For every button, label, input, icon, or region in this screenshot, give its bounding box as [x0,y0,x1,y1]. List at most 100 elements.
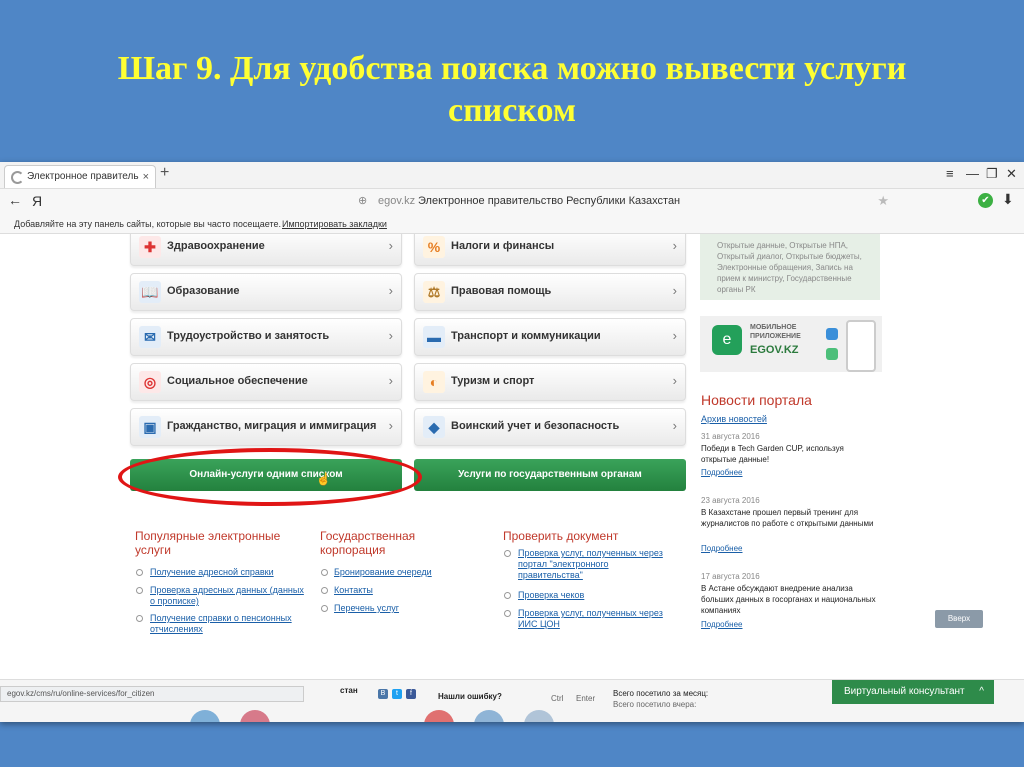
import-bookmarks-link[interactable]: Импортировать закладки [282,215,387,233]
popular-link-address[interactable]: Получение адресной справки [150,567,310,578]
category-tourism[interactable]: ◐ Туризм и спорт › [414,363,686,401]
highlight-oval [118,448,422,506]
bullet-icon [504,610,511,617]
category-health[interactable]: ✚ Здравоохранение › [130,234,402,266]
partner-logo-icon[interactable] [474,710,504,722]
maximize-icon[interactable]: ❐ [986,166,998,182]
corp-heading: Государственная корпорация [320,529,416,557]
employment-icon: ✉ [139,326,161,348]
percent-icon: % [423,236,445,258]
open-data-box[interactable]: Открытые данные, Открытые НПА, Открытый … [700,234,880,300]
mobile-app-label: МОБИЛЬНОЕ ПРИЛОЖЕНИЕ [750,324,801,340]
minimize-icon[interactable]: — [966,166,979,181]
address-host: egov.kz [378,195,416,207]
news-date: 23 августа 2016 [701,496,760,505]
news-text[interactable]: Победи в Tech Garden CUP, используя откр… [701,443,881,465]
mobile-app-name: EGOV.KZ [750,344,799,356]
open-data-text: Открытые данные, Открытые НПА, Открытый … [717,241,862,294]
category-education[interactable]: 📖 Образование › [130,273,402,311]
category-employment[interactable]: ✉ Трудоустройство и занятость › [130,318,402,356]
phone-image [846,320,876,372]
protect-check-icon[interactable]: ✔ [978,193,993,208]
slide-title-line1: Шаг 9. Для удобства поиска можно вывести… [117,50,907,87]
ctrl-key: Ctrl [551,694,564,703]
address-bar[interactable]: ⊕ egov.kz Электронное правительство Респ… [350,192,895,212]
check-link-portal[interactable]: Проверка услуг, полученных через портал … [518,548,668,581]
chevron-right-icon: › [672,328,677,343]
check-link-receipts[interactable]: Проверка чеков [518,590,584,601]
corp-link-contacts[interactable]: Контакты [334,585,373,596]
egov-logo-icon: e [712,325,742,355]
category-taxes[interactable]: % Налоги и финансы › [414,234,686,266]
scroll-up-button[interactable]: Вверх [935,610,983,628]
bookmark-star-icon[interactable]: ★ [877,193,889,209]
news-more-link[interactable]: Подробнее [701,468,743,477]
services-by-agency-button[interactable]: Услуги по государственным органам [414,459,686,491]
browser-menu-icon[interactable]: ≡ [946,166,954,181]
check-document-heading: Проверить документ [503,529,619,543]
popular-link-pension[interactable]: Получение справки о пенсионных отчислени… [150,613,310,635]
category-label: Воинский учет и безопасность [451,420,620,432]
goggles-icon: ◐ [423,371,445,393]
news-heading: Новости портала [701,392,812,408]
corp-link-services[interactable]: Перечень услуг [334,603,399,614]
bullet-icon [136,587,143,594]
bookmarks-hint: Добавляйте на эту панель сайты, которые … [14,219,281,229]
news-archive-link[interactable]: Архив новостей [701,414,767,424]
twitter-icon[interactable]: t [392,689,402,699]
bullet-icon [321,569,328,576]
category-legal[interactable]: ⚖ Правовая помощь › [414,273,686,311]
category-citizenship[interactable]: ▣ Гражданство, миграция и иммиграция › [130,408,402,446]
category-transport[interactable]: ▬ Транспорт и коммуникации › [414,318,686,356]
category-label: Правовая помощь [451,285,552,297]
globe-icon: ⊕ [358,195,368,207]
close-icon[interactable]: ✕ [1006,166,1017,182]
category-military[interactable]: ◆ Воинский учет и безопасность › [414,408,686,446]
category-label: Туризм и спорт [451,375,535,387]
browser-tab[interactable]: Электронное правитель × [4,165,156,188]
news-text[interactable]: В Астане обсуждают внедрение анализа бол… [701,583,881,616]
chevron-right-icon: › [672,238,677,253]
news-more-link[interactable]: Подробнее [701,544,743,553]
bullet-icon [136,569,143,576]
virtual-consultant-button[interactable]: Виртуальный консультант ^ [832,680,994,704]
page-viewport: ✚ Здравоохранение › 📖 Образование › ✉ Тр… [0,234,1024,722]
page-footer: egov.kz/cms/ru/online-services/for_citiz… [0,679,1024,722]
visits-month-label: Всего посетило за месяц: [613,689,709,698]
download-arrow-icon[interactable]: ⬇ [1002,191,1014,208]
news-more-link[interactable]: Подробнее [701,620,743,629]
facebook-icon[interactable]: f [406,689,416,699]
bullet-icon [504,592,511,599]
bullet-icon [136,615,143,622]
category-label: Социальное обеспечение [167,375,308,387]
app-store-icon[interactable] [826,328,838,340]
slide-title: Шаг 9. Для удобства поиска можно вывести… [0,48,1024,132]
partner-logo-icon[interactable] [190,710,220,722]
loading-icon [11,171,24,184]
mobile-app-banner[interactable]: e МОБИЛЬНОЕ ПРИЛОЖЕНИЕ EGOV.KZ [700,316,882,372]
chevron-right-icon: › [388,418,393,433]
yandex-icon[interactable]: Я [32,193,42,209]
category-label: Налоги и финансы [451,240,555,252]
lifebuoy-icon: ◎ [139,371,161,393]
chevron-right-icon: › [672,418,677,433]
back-arrow-icon[interactable]: ← [8,192,22,208]
category-social[interactable]: ◎ Социальное обеспечение › [130,363,402,401]
check-link-con[interactable]: Проверка услуг, полученных через ИИС ЦОН [518,608,668,630]
new-tab-button[interactable]: + [160,164,169,182]
category-label: Здравоохранение [167,240,265,252]
chevron-right-icon: › [388,238,393,253]
google-play-icon[interactable] [826,348,838,360]
popular-link-registration[interactable]: Проверка адресных данных (данных о пропи… [150,585,310,607]
corp-link-queue[interactable]: Бронирование очереди [334,567,432,578]
bullet-icon [321,587,328,594]
partner-logo-icon[interactable] [424,710,454,722]
partner-logo-icon[interactable] [524,710,554,722]
hand-cursor-icon: ☝ [316,472,331,486]
tab-close-icon[interactable]: × [143,166,149,188]
category-label: Гражданство, миграция и иммиграция [167,420,377,432]
partner-logo-icon[interactable] [240,710,270,722]
vk-icon[interactable]: B [378,689,388,699]
address-bar-row: ← Я ⊕ egov.kz Электронное правительство … [0,189,1024,215]
news-text[interactable]: В Казахстане прошел первый тренинг для ж… [701,507,881,529]
